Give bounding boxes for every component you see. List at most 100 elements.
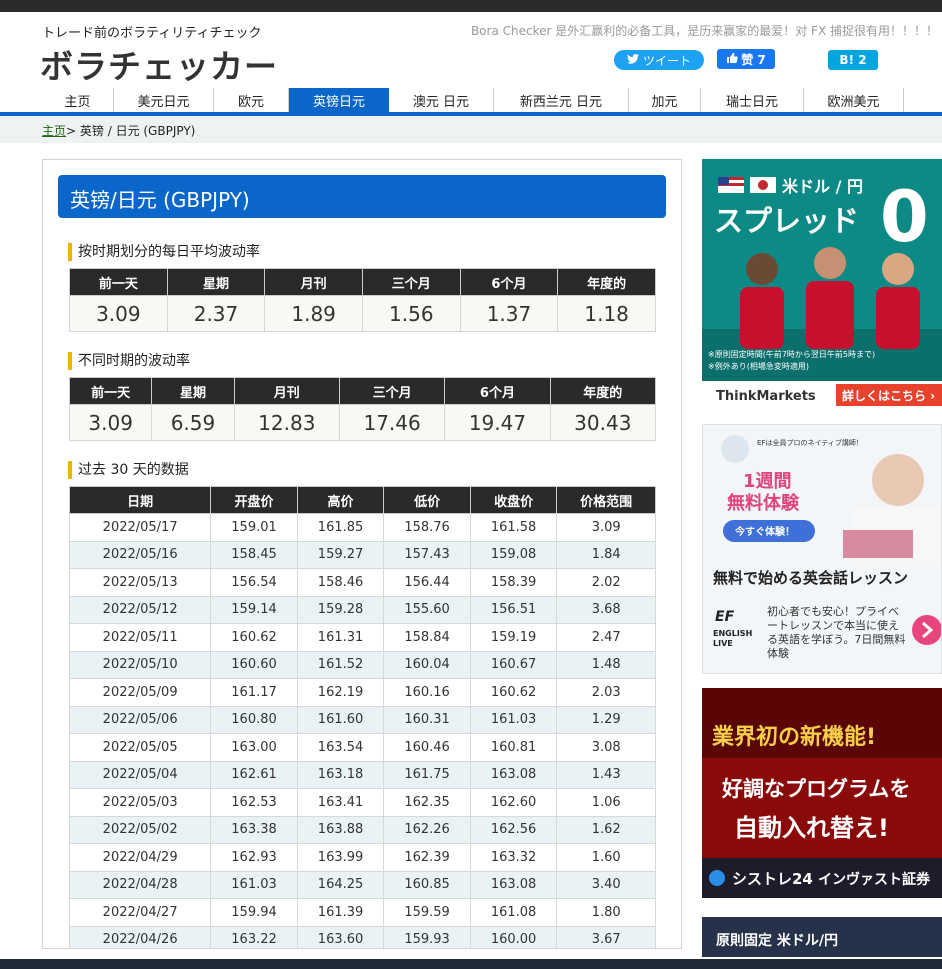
table-cell: 160.62 xyxy=(469,678,558,707)
table-cell: 162.53 xyxy=(210,788,298,817)
nav-item-cad[interactable]: 加元 xyxy=(629,88,701,112)
table-cell: 163.41 xyxy=(296,788,385,817)
table-cell: 163.99 xyxy=(296,843,385,872)
table-cell: 160.85 xyxy=(383,870,471,899)
ad3-line3: 自動入れ替え! xyxy=(734,814,889,842)
table-cell: 163.18 xyxy=(296,760,385,789)
ad-ef-english-live[interactable]: EFは全員プロのネイティブ講師！ 1週間 無料体験 今すぐ体験！ 無料で始める英… xyxy=(702,424,942,674)
table-cell: 160.67 xyxy=(469,650,558,679)
ad-systre24-art: 業界初の新機能! 好調なプログラムを 自動入れ替え! シストレ24 インヴァスト… xyxy=(702,688,942,898)
table-cell: 162.19 xyxy=(296,678,385,707)
column-header: 年度的 xyxy=(557,268,656,296)
table-cell: 1.62 xyxy=(556,815,656,844)
column-header: 6个月 xyxy=(444,377,551,405)
avg-volatility-heading: 按时期划分的每日平均波动率 xyxy=(68,243,260,261)
table-row: 2022/04/26 163.22 163.60 159.93 160.00 3.67 xyxy=(68,925,656,948)
nav-item-audjpy[interactable]: 澳元 日元 xyxy=(389,88,494,112)
table-row: 2022/05/02 163.38 163.88 162.26 162.56 1.62 xyxy=(68,815,656,844)
ad2-btn: 今すぐ体験！ xyxy=(734,525,795,538)
daily-data-heading: 过去 30 天的数据 xyxy=(68,461,189,479)
ad2-brand1: EF xyxy=(715,609,735,625)
column-header: 低价 xyxy=(383,486,471,514)
table-cell: 1.48 xyxy=(556,650,656,679)
column-header: 开盘价 xyxy=(210,486,298,514)
nav-item-eurusd[interactable]: 欧洲美元 xyxy=(804,88,904,112)
column-header: 价格范围 xyxy=(556,486,656,514)
table-cell: 158.84 xyxy=(383,623,471,652)
table-cell: 163.22 xyxy=(210,925,298,948)
like-count: 赞 7 xyxy=(741,52,766,67)
table-cell: 159.01 xyxy=(210,513,298,542)
table-cell: 161.39 xyxy=(296,898,385,927)
volatility-value: 6.59 xyxy=(151,404,235,441)
ad-partial-bottom[interactable]: 原則固定 米ドル/円 xyxy=(702,917,942,957)
nav-item-chfjpy[interactable]: 瑞士日元 xyxy=(701,88,804,112)
table-cell: 1.43 xyxy=(556,760,656,789)
column-header: 三个月 xyxy=(338,377,446,405)
table-cell: 159.93 xyxy=(383,925,471,948)
table-cell: 2.47 xyxy=(556,623,656,652)
volatility-value: 1.89 xyxy=(264,295,363,332)
daily-data-table: 日期 开盘价 高价 低价 收盘价 价格范围 2022/05/17 159.01 161.85 1… xyxy=(68,486,656,948)
tweet-button[interactable]: ツイート xyxy=(614,50,704,70)
table-cell: 1.80 xyxy=(556,898,656,927)
ad-partial-art: 原則固定 米ドル/円 xyxy=(702,917,942,957)
table-cell: 2022/04/26 xyxy=(68,925,212,948)
period-volatility-heading: 不同时期的波动率 xyxy=(68,352,190,370)
site-tagline: トレード前のボラティリティチェック xyxy=(42,26,262,41)
volatility-value: 1.56 xyxy=(361,295,461,332)
main-content: 英镑/日元 (GBPJPY) 按时期划分的每日平均波动率 前一天 星期 月刊 三个月 6… xyxy=(42,159,682,949)
nav-item-eur[interactable]: 欧元 xyxy=(214,88,289,112)
ad-systre24[interactable]: 業界初の新機能! 好調なプログラムを 自動入れ替え! シストレ24 インヴァスト… xyxy=(702,688,942,898)
hatena-bookmark-button[interactable]: B! 2 xyxy=(828,50,878,70)
table-cell: 2022/05/17 xyxy=(68,513,212,542)
table-cell: 158.45 xyxy=(210,540,298,569)
ad-thinkmarkets[interactable]: 米ドル / 円 スプレッド 0 ※原則固定時間(午前7時から翌日午前5時まで) … xyxy=(702,159,942,409)
table-cell: 2022/04/29 xyxy=(68,843,212,872)
nav-item-usdjpy[interactable]: 美元日元 xyxy=(114,88,214,112)
table-cell: 160.60 xyxy=(210,650,298,679)
table-cell: 2022/05/10 xyxy=(68,650,212,679)
table-cell: 2.03 xyxy=(556,678,656,707)
table-cell: 160.00 xyxy=(469,925,558,948)
hatena-label: B! 2 xyxy=(839,53,867,67)
column-header: 高价 xyxy=(296,486,385,514)
table-cell: 2022/05/03 xyxy=(68,788,212,817)
nav-item-nzdjpy[interactable]: 新西兰元 日元 xyxy=(494,88,629,112)
table-cell: 2022/04/28 xyxy=(68,870,212,899)
table-cell: 2022/05/11 xyxy=(68,623,212,652)
nav-item-home[interactable]: 主页 xyxy=(42,88,114,112)
table-cell: 160.04 xyxy=(383,650,471,679)
breadcrumb-home-link[interactable]: 主页 xyxy=(42,124,66,138)
table-cell: 2022/05/06 xyxy=(68,705,212,734)
facebook-like-button[interactable]: 赞 7 xyxy=(717,49,775,69)
site-logo[interactable]: ボラチェッカー xyxy=(40,40,278,88)
table-cell: 2.02 xyxy=(556,568,656,597)
table-cell: 163.88 xyxy=(296,815,385,844)
table-cell: 159.94 xyxy=(210,898,298,927)
column-header: 月刊 xyxy=(233,377,340,405)
table-row: 2022/04/27 159.94 161.39 159.59 161.08 1.80 xyxy=(68,898,656,927)
table-cell: 163.60 xyxy=(296,925,385,948)
volatility-value: 1.18 xyxy=(557,295,656,332)
table-row: 2022/05/13 156.54 158.46 156.44 158.39 2.02 xyxy=(68,568,656,597)
ad1-brand: ThinkMarkets xyxy=(716,389,816,404)
column-header: 星期 xyxy=(151,377,235,405)
table-cell: 161.03 xyxy=(469,705,558,734)
column-header: 星期 xyxy=(166,268,266,296)
table-cell: 2022/05/04 xyxy=(68,760,212,789)
table-row: 2022/05/03 162.53 163.41 162.35 162.60 1.06 xyxy=(68,788,656,817)
table-cell: 162.39 xyxy=(383,843,471,872)
page-title: 英镑/日元 (GBPJPY) xyxy=(58,175,666,218)
table-cell: 2022/05/02 xyxy=(68,815,212,844)
table-cell: 160.80 xyxy=(210,705,298,734)
table-cell: 3.08 xyxy=(556,733,656,762)
nav-item-gbpjpy[interactable]: 英镑日元 xyxy=(289,88,389,112)
table-row: 2022/05/04 162.61 163.18 161.75 163.08 1.43 xyxy=(68,760,656,789)
table-cell: 160.62 xyxy=(210,623,298,652)
table-cell: 160.46 xyxy=(383,733,471,762)
table-row: 2022/05/05 163.00 163.54 160.46 160.81 3.08 xyxy=(68,733,656,762)
twitter-bird-icon xyxy=(626,53,639,67)
table-cell: 1.84 xyxy=(556,540,656,569)
ad1-cta: 詳しくはこちら › xyxy=(842,388,935,403)
